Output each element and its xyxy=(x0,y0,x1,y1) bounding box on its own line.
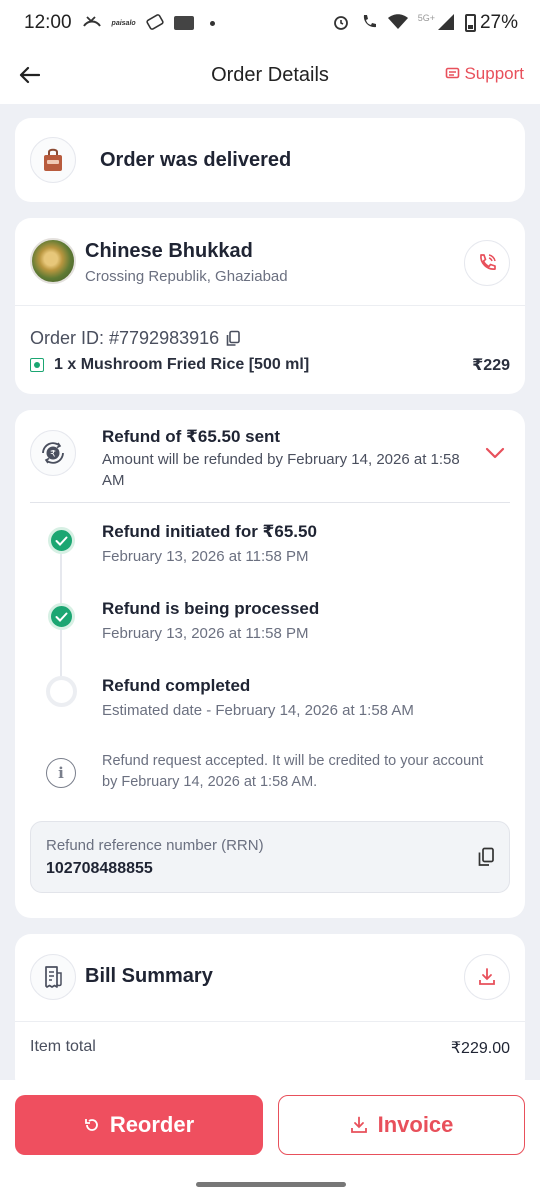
back-button[interactable] xyxy=(12,58,46,92)
app-notification-icon xyxy=(173,16,194,30)
invoice-button[interactable]: Invoice xyxy=(278,1095,525,1155)
phone-icon xyxy=(480,254,496,270)
bill-row: Item total ₹229.00 xyxy=(30,1038,510,1058)
refund-card: ₹ Refund of ₹65.50 sent Amount will be r… xyxy=(15,410,525,918)
info-icon: i xyxy=(46,758,76,788)
copy-icon[interactable] xyxy=(225,330,241,347)
svg-text:₹: ₹ xyxy=(50,450,56,460)
wifi-icon xyxy=(387,13,408,33)
refund-title: Refund of ₹65.50 sent xyxy=(102,427,281,446)
delivery-status-card: Order was delivered xyxy=(15,118,525,202)
reorder-label: Reorder xyxy=(109,1112,195,1137)
refund-step: Refund initiated for ₹65.50 February 13,… xyxy=(102,522,317,565)
download-icon xyxy=(350,1116,367,1133)
support-button[interactable]: Support xyxy=(445,64,524,84)
support-icon xyxy=(446,67,460,79)
divider xyxy=(15,1021,525,1022)
refund-step-date: Estimated date - February 14, 2026 at 1:… xyxy=(102,702,414,719)
bill-summary-title: Bill Summary xyxy=(85,965,213,987)
download-bill-button[interactable] xyxy=(464,954,510,1000)
chevron-down-icon xyxy=(485,447,505,459)
step-pending-icon xyxy=(46,676,77,707)
step-complete-icon xyxy=(48,603,75,630)
support-label: Support xyxy=(464,64,524,83)
bottom-action-bar: Reorder Invoice xyxy=(0,1080,540,1200)
divider xyxy=(30,502,510,503)
refund-step: Refund is being processed February 13, 2… xyxy=(102,599,319,642)
status-bar: 12:00 paisalo 5G+ 27% xyxy=(0,0,540,46)
refund-step-title: Refund initiated for ₹65.50 xyxy=(102,522,317,541)
rrn-label: Refund reference number (RRN) xyxy=(46,837,264,854)
receipt-icon xyxy=(30,954,76,1000)
veg-indicator-icon xyxy=(30,358,44,372)
invoice-label: Invoice xyxy=(377,1112,454,1137)
restaurant-location: Crossing Republik, Ghaziabad xyxy=(85,268,288,285)
divider xyxy=(15,305,525,306)
delivery-status-text: Order was delivered xyxy=(100,148,292,171)
refund-rupee-icon: ₹ xyxy=(30,430,76,476)
refund-step-title: Refund completed xyxy=(102,676,251,695)
copy-icon xyxy=(478,847,494,866)
app-header: Order Details Support xyxy=(0,46,540,104)
refund-step-title: Refund is being processed xyxy=(102,599,320,618)
refund-info-text: Refund request accepted. It will be cred… xyxy=(102,753,484,790)
order-id: Order ID: #7792983916 xyxy=(30,328,241,349)
refund-subtitle: Amount will be refunded by February 14, … xyxy=(102,451,460,489)
refund-step: Refund completed Estimated date - Februa… xyxy=(102,676,414,719)
battery-icon xyxy=(464,14,476,32)
battery-level: 27% xyxy=(479,12,518,33)
alarm-icon xyxy=(332,13,350,34)
more-notifications-dot xyxy=(209,20,215,26)
bill-row-amount: ₹229.00 xyxy=(450,1040,510,1057)
home-indicator[interactable] xyxy=(196,1182,346,1187)
restaurant-card: Chinese Bhukkad Crossing Republik, Ghazi… xyxy=(15,218,525,394)
download-icon xyxy=(479,968,495,985)
refund-step-date: February 13, 2026 at 11:58 PM xyxy=(102,548,309,565)
reorder-button[interactable]: Reorder xyxy=(15,1095,263,1155)
collapse-refund-button[interactable] xyxy=(485,446,505,464)
step-complete-icon xyxy=(48,527,75,554)
rrn-value: 102708488855 xyxy=(46,860,153,877)
status-time: 12:00 xyxy=(24,12,72,33)
signal-icon xyxy=(437,13,455,34)
bill-summary-card: Bill Summary Item total ₹229.00 xyxy=(15,934,525,1094)
copy-rrn-button[interactable] xyxy=(477,847,495,872)
restaurant-name: Chinese Bhukkad xyxy=(85,240,253,262)
order-item-price: ₹229 xyxy=(472,357,510,374)
page-title: Order Details xyxy=(211,63,329,86)
restaurant-image xyxy=(30,238,76,284)
refund-step-date: February 13, 2026 at 11:58 PM xyxy=(102,625,309,642)
paisalo-notification-icon: paisalo xyxy=(111,19,136,27)
delivery-bag-icon xyxy=(30,137,76,183)
network-type: 5G+ xyxy=(417,13,435,23)
bill-row-label: Item total xyxy=(30,1038,96,1055)
wifi-call-icon xyxy=(360,13,378,34)
back-arrow-icon xyxy=(19,66,40,84)
order-item-name: 1 x Mushroom Fried Rice [500 ml] xyxy=(54,356,310,373)
ticket-icon xyxy=(146,13,164,33)
rrn-box: Refund reference number (RRN) 1027084888… xyxy=(30,821,510,893)
order-id-text: Order ID: #7792983916 xyxy=(30,328,220,348)
order-item-row: 1 x Mushroom Fried Rice [500 ml] ₹229 xyxy=(30,355,510,375)
reorder-icon xyxy=(84,1119,98,1131)
missed-call-icon xyxy=(82,14,102,33)
call-restaurant-button[interactable] xyxy=(464,240,510,286)
